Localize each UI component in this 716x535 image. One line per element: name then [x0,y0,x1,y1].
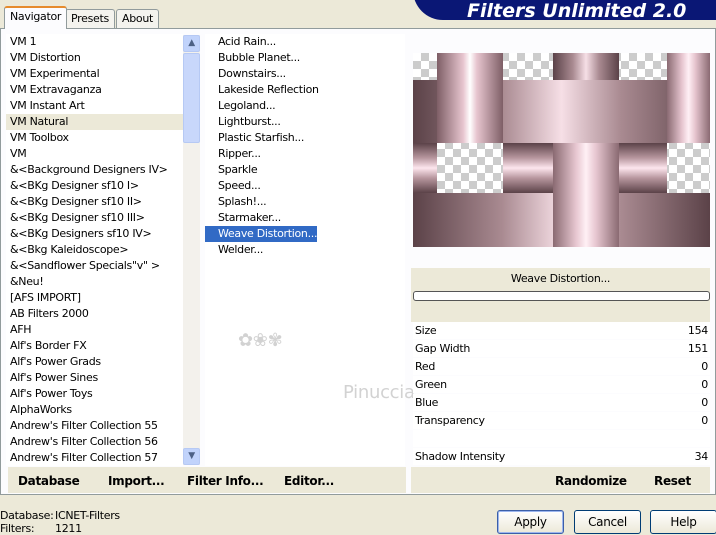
parameter-slider[interactable]: Green 0 [413,376,710,393]
category-item[interactable]: VM Toolbox [6,130,183,146]
parameter-value: 0 [701,414,708,427]
database-label: Database: [0,509,54,522]
category-item[interactable]: VM Extravaganza [6,82,183,98]
parameter-slider[interactable]: Blue 0 [413,394,710,411]
database-button[interactable]: Database [18,474,80,488]
parameter-label: Gap Width [415,342,471,355]
category-item[interactable]: &<BKg Designer sf10 II> [6,194,183,210]
parameter-label: Size [415,324,437,337]
filter-item[interactable]: Ripper... [205,146,317,162]
filter-name-label: Weave Distortion... [510,272,611,285]
randomize-button[interactable]: Randomize [555,474,627,488]
category-item[interactable]: Alf's Power Sines [6,370,183,386]
category-item[interactable]: &Neu! [6,274,183,290]
filter-item[interactable]: Speed... [205,178,317,194]
category-item[interactable]: AlphaWorks [6,402,183,418]
filter-item[interactable]: Legoland... [205,98,317,114]
app-logo: Filters Unlimited 2.0 [413,0,716,22]
watermark: ✿❀✾ Pinuccia [238,330,415,403]
filter-item[interactable]: Acid Rain... [205,34,317,50]
cancel-button[interactable]: Cancel [574,510,641,534]
category-item[interactable]: Alf's Power Toys [6,386,183,402]
parameter-label: Blue [415,396,439,409]
category-item[interactable]: &<BKg Designer sf10 III> [6,210,183,226]
category-item[interactable]: Andrew's Filter Collection 55 [6,418,183,434]
category-item[interactable]: VM 1 [6,34,183,50]
category-item[interactable]: VM Natural [6,114,183,130]
filter-info-button[interactable]: Filter Info... [187,474,264,488]
category-list[interactable]: VM 1 VM Distortion VM Experimental VM Extra… [6,34,183,466]
category-item[interactable]: Andrew's Filter Collection 56 [6,434,183,450]
category-item[interactable]: AFH [6,322,183,338]
tab-navigator[interactable]: Navigator [4,6,68,29]
parameter-label: Shadow Intensity [415,450,505,463]
scroll-up-icon[interactable]: ▲ [183,35,200,52]
category-item[interactable]: AB Filters 2000 [6,306,183,322]
category-item[interactable]: VM [6,146,183,162]
filter-item[interactable]: Plastic Starfish... [205,130,317,146]
filter-item[interactable]: Downstairs... [205,66,317,82]
category-item[interactable]: VM Experimental [6,66,183,82]
parameter-slider[interactable]: Red 0 [413,358,710,375]
editor-button[interactable]: Editor... [284,474,334,488]
parameter-value: 154 [687,324,708,337]
category-scrollbar[interactable]: ▲ ▼ [183,35,200,465]
filter-item[interactable]: Lightburst... [205,114,317,130]
parameter-value: 0 [701,396,708,409]
parameter-label: Green [415,378,447,391]
filter-item[interactable]: Sparkle [205,162,317,178]
filter-item[interactable]: Welder... [205,242,317,258]
parameter-value: 34 [694,450,709,463]
filter-item[interactable]: Weave Distortion... [205,226,318,242]
tab-presets[interactable]: Presets [65,9,115,29]
filters-count-value: 1211 [55,522,82,535]
parameter-value: 151 [687,342,708,355]
category-item[interactable]: Alf's Power Grads [6,354,183,370]
tab-about[interactable]: About [116,9,160,29]
apply-button[interactable]: Apply [497,510,564,534]
import-button[interactable]: Import... [108,474,165,488]
category-item[interactable]: &<Bkg Kaleidoscope> [6,242,183,258]
category-item[interactable]: Andrew's Filter Collection 57 [6,450,183,466]
filter-item[interactable]: Bubble Planet... [205,50,317,66]
parameter-slider[interactable]: Size 154 [413,322,710,339]
parameter-slider[interactable]: Transparency 0 [413,412,710,429]
filter-preview [413,53,710,247]
filter-item[interactable]: Starmaker... [205,210,317,226]
parameter-slider[interactable]: Shadow Intensity 34 [413,448,710,465]
progress-bar [413,291,710,301]
category-item[interactable]: &<BKg Designer sf10 I> [6,178,183,194]
category-item[interactable]: [AFS IMPORT] [6,290,183,306]
parameter-value: 0 [701,360,708,373]
category-item[interactable]: &<BKg Designers sf10 IV> [6,226,183,242]
parameter-value: 0 [701,378,708,391]
category-item[interactable]: VM Instant Art [6,98,183,114]
parameter-slider[interactable]: Gap Width 151 [413,340,710,357]
category-item[interactable]: Alf's Border FX [6,338,183,354]
category-item[interactable]: VM Distortion [6,50,183,66]
filter-item[interactable]: Lakeside Reflection [205,82,319,98]
category-item[interactable]: &<Background Designers IV> [6,162,183,178]
reset-button[interactable]: Reset [654,474,691,488]
parameter-slider[interactable] [413,430,710,447]
database-value: ICNET-Filters [55,509,120,522]
scroll-thumb[interactable] [183,53,200,143]
help-button[interactable]: Help [650,510,716,534]
category-item[interactable]: &<Sandflower Specials"v" > [6,258,183,274]
filter-item[interactable]: Splash!... [205,194,317,210]
filters-count-label: Filters: [0,522,35,535]
scroll-down-icon[interactable]: ▼ [183,448,200,465]
parameter-label: Transparency [415,414,485,427]
parameter-label: Red [415,360,435,373]
